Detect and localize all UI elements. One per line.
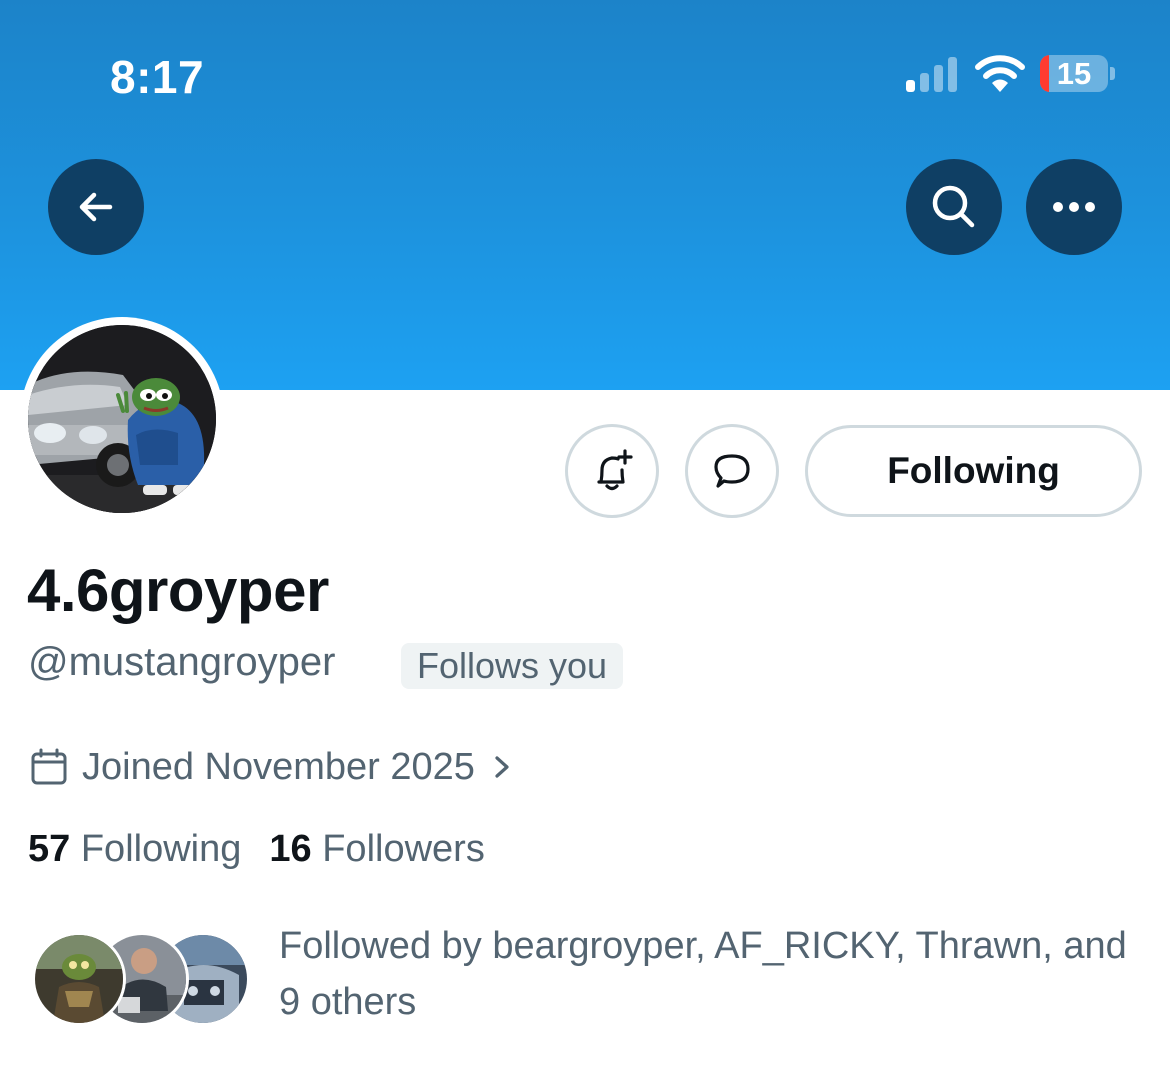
followers-count: 16 <box>269 828 312 870</box>
avatar-image <box>35 935 123 1023</box>
search-button[interactable] <box>906 159 1002 255</box>
bell-plus-icon <box>597 449 633 491</box>
followers-label: Followers <box>322 828 485 870</box>
following-button[interactable]: Following <box>805 425 1142 517</box>
followed-by-others: 9 others <box>279 981 417 1023</box>
following-stat[interactable]: 57 Following <box>28 828 241 871</box>
following-label: Following <box>80 828 242 870</box>
joined-date-row[interactable]: Joined November 2025 <box>30 742 517 792</box>
profile-avatar[interactable] <box>28 325 216 513</box>
message-button[interactable] <box>685 424 779 518</box>
following-count: 57 <box>28 828 71 870</box>
chevron-right-icon <box>495 756 509 778</box>
followed-by-names: beargroyper, AF_RICKY, Thrawn, and <box>492 925 1127 967</box>
notifications-button[interactable] <box>565 424 659 518</box>
arrow-left-icon <box>79 192 113 222</box>
calendar-icon <box>31 748 67 785</box>
status-time: 8:17 <box>110 51 205 103</box>
followers-stat[interactable]: 16 Followers <box>269 828 484 871</box>
more-horizontal-icon <box>1053 202 1095 212</box>
display-name: 4.6groyper <box>27 557 329 624</box>
follow-stats: 57 Following 16 Followers <box>28 828 513 871</box>
cellular-signal-icon <box>906 56 960 92</box>
message-bubble-icon <box>714 454 750 488</box>
battery-percent: 15 <box>1056 56 1092 91</box>
followed-by-prefix: Followed by <box>279 925 493 967</box>
search-icon <box>932 185 975 228</box>
wifi-icon <box>975 55 1025 92</box>
avatar-image <box>28 325 216 513</box>
follower-avatar-1 <box>32 932 126 1026</box>
battery-nub <box>1110 67 1115 80</box>
back-button[interactable] <box>48 159 144 255</box>
username-handle: @mustangroyper <box>28 640 336 684</box>
more-options-button[interactable] <box>1026 159 1122 255</box>
follows-you-badge: Follows you <box>401 643 624 689</box>
joined-date: Joined November 2025 <box>82 745 475 788</box>
followed-by-text[interactable]: Followed by beargroyper, AF_RICKY, Thraw… <box>279 918 1149 1030</box>
battery-indicator: 15 <box>1040 55 1108 92</box>
